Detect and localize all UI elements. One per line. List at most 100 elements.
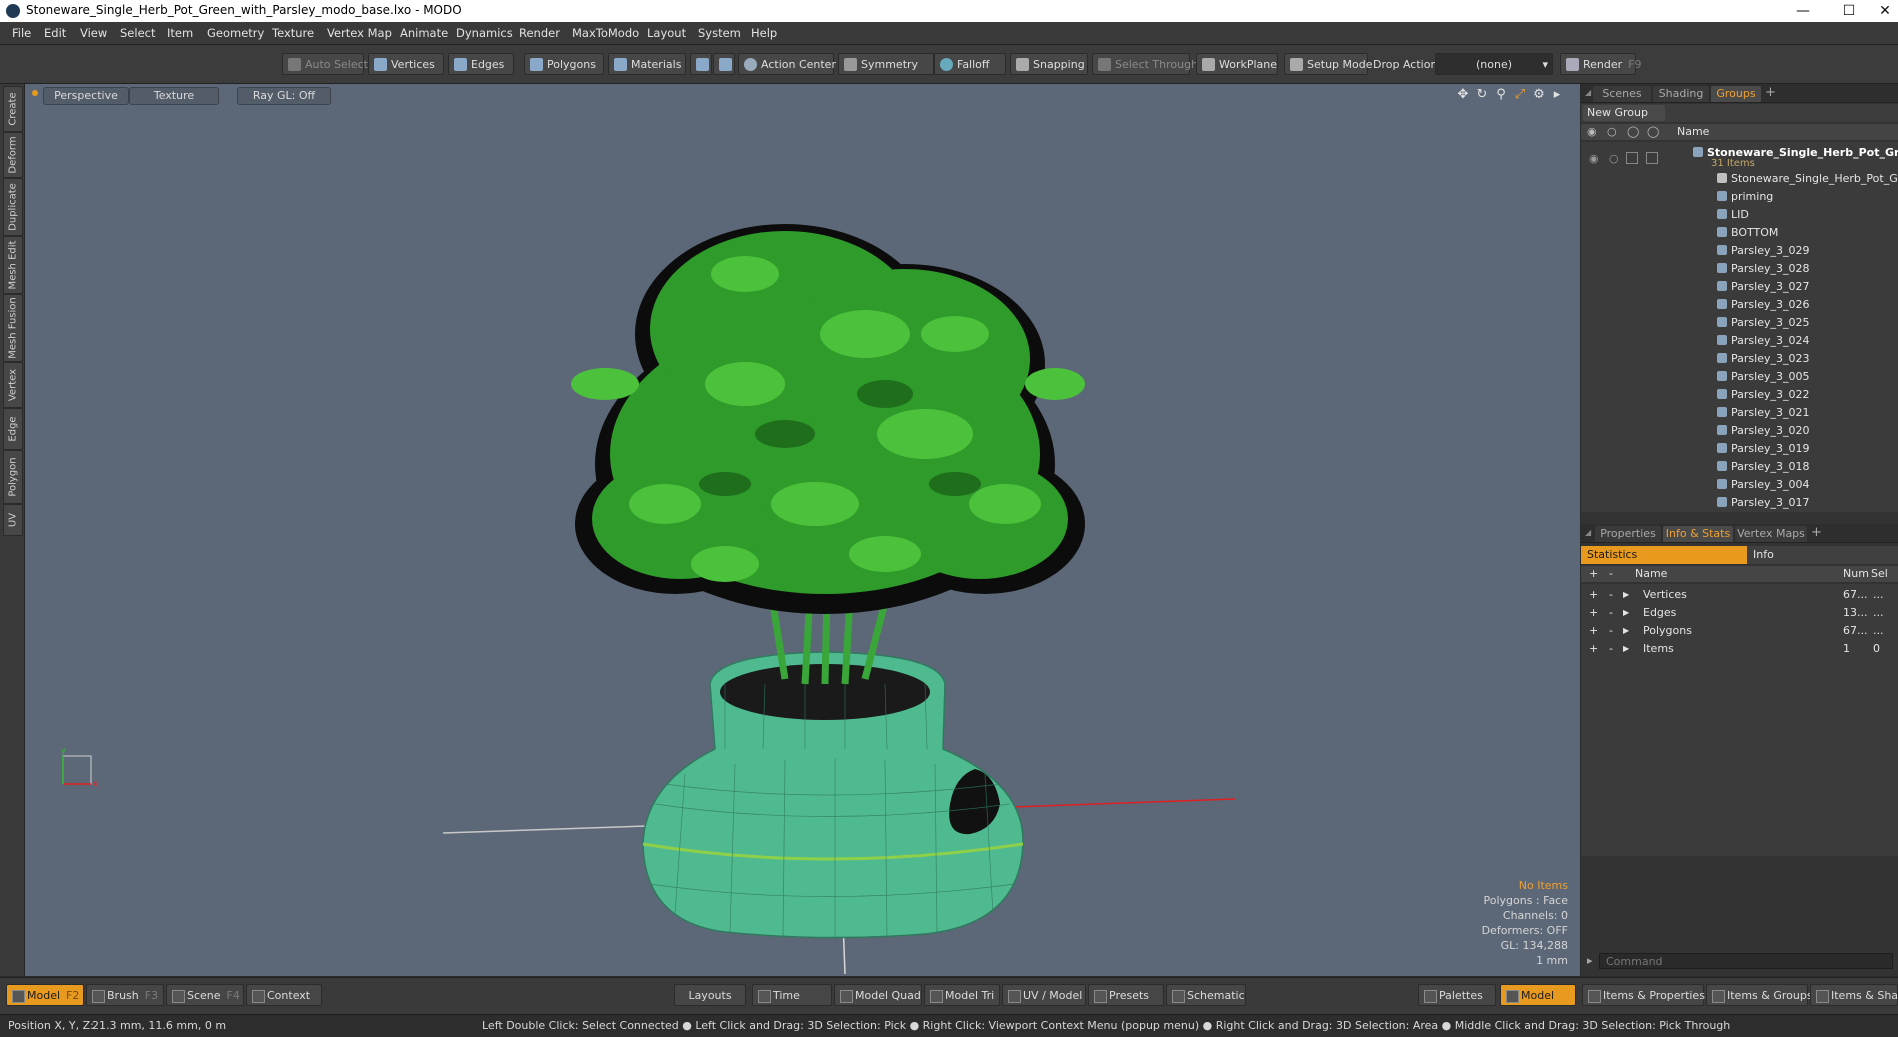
menu-select[interactable]: Select xyxy=(120,26,155,40)
select-mode-icon-2[interactable] xyxy=(713,53,735,75)
add-tab-icon[interactable]: + xyxy=(1811,525,1822,540)
model-tab[interactable]: Model F2 xyxy=(6,984,84,1006)
select-toggle-icon[interactable] xyxy=(1646,152,1658,164)
tree-item[interactable]: Parsley_3_004 xyxy=(1717,478,1809,491)
tab-duplicate[interactable]: Duplicate xyxy=(3,178,23,236)
lock-toggle-icon[interactable] xyxy=(1626,152,1638,164)
add-tab-icon[interactable]: + xyxy=(1765,85,1776,100)
command-history-icon[interactable]: ▸ xyxy=(1587,954,1593,967)
info-tab[interactable]: Info xyxy=(1747,546,1898,564)
tree-item[interactable]: Stoneware_Single_Herb_Pot_Gree ... xyxy=(1717,172,1898,185)
tab-deform[interactable]: Deform xyxy=(3,132,23,178)
drop-action-select[interactable]: (none) ▾ xyxy=(1435,53,1553,75)
minimize-icon[interactable]: — xyxy=(1780,0,1826,22)
workplane-button[interactable]: WorkPlane xyxy=(1196,53,1278,75)
tree-item[interactable]: Parsley_3_027 xyxy=(1717,280,1809,293)
visibility-toggle-icon[interactable]: ◉ xyxy=(1589,152,1599,165)
brush-tab[interactable]: Brush F3 xyxy=(86,984,164,1006)
menu-system[interactable]: System xyxy=(698,26,741,40)
command-input[interactable] xyxy=(1599,953,1893,969)
render-button[interactable]: Render F9 xyxy=(1560,53,1642,75)
model-quad-button[interactable]: Model Quad xyxy=(834,984,922,1006)
tab-mesh-fusion[interactable]: Mesh Fusion xyxy=(3,294,23,362)
model-layout-button[interactable]: Model xyxy=(1500,984,1576,1006)
tree-item[interactable]: Parsley_3_020 xyxy=(1717,424,1809,437)
palettes-button[interactable]: Palettes xyxy=(1418,984,1496,1006)
tree-item[interactable]: BOTTOM xyxy=(1717,226,1778,239)
table-row[interactable]: + - ▶ Items 1 0 xyxy=(1581,640,1898,658)
select-through-button[interactable]: Select Through xyxy=(1092,53,1198,75)
tab-mesh-edit[interactable]: Mesh Edit xyxy=(3,236,23,294)
menu-view[interactable]: View xyxy=(80,26,107,40)
expand-icon[interactable]: ▶ xyxy=(1623,622,1629,640)
items-properties-button[interactable]: Items & Properties xyxy=(1582,984,1705,1006)
menu-help[interactable]: Help xyxy=(751,26,777,40)
maximize-icon[interactable]: ☐ xyxy=(1826,0,1872,22)
menu-maxtomodo[interactable]: MaxToModo xyxy=(572,26,639,40)
expand-icon[interactable]: ▶ xyxy=(1623,640,1629,658)
snapping-button[interactable]: Snapping xyxy=(1010,53,1088,75)
table-row[interactable]: + - ▶ Vertices 67...... xyxy=(1581,586,1898,604)
tab-vertex-maps[interactable]: Vertex Maps xyxy=(1735,526,1807,542)
tree-item[interactable]: Parsley_3_024 xyxy=(1717,334,1809,347)
table-row[interactable]: + - ▶ Polygons 67...... xyxy=(1581,622,1898,640)
tree-item[interactable]: Parsley_3_018 xyxy=(1717,460,1809,473)
statistics-tab[interactable]: Statistics xyxy=(1581,546,1747,564)
tree-item[interactable]: Parsley_3_028 xyxy=(1717,262,1809,275)
polygons-button[interactable]: Polygons xyxy=(524,53,604,75)
falloff-button[interactable]: Falloff xyxy=(934,53,1006,75)
menu-vertex-map[interactable]: Vertex Map xyxy=(327,26,392,40)
tab-properties[interactable]: Properties xyxy=(1595,526,1661,542)
select-mode-icon-1[interactable] xyxy=(690,53,712,75)
menu-layout[interactable]: Layout xyxy=(647,26,686,40)
panel-menu-icon[interactable]: ◢ xyxy=(1585,88,1591,97)
time-button[interactable]: Time xyxy=(752,984,832,1006)
tab-groups[interactable]: Groups xyxy=(1711,86,1761,102)
materials-button[interactable]: Materials xyxy=(608,53,686,75)
layouts-button[interactable]: Layouts xyxy=(674,984,746,1006)
menu-animate[interactable]: Animate xyxy=(400,26,448,40)
menu-edit[interactable]: Edit xyxy=(44,26,66,40)
auto-select-button[interactable]: Auto Select xyxy=(282,53,368,75)
tab-uv[interactable]: UV xyxy=(3,504,23,536)
close-icon[interactable]: ✕ xyxy=(1872,0,1898,22)
expand-icon[interactable]: ▶ xyxy=(1623,604,1629,622)
tree-item[interactable]: Parsley_3_023 xyxy=(1717,352,1809,365)
tab-shading[interactable]: Shading xyxy=(1653,86,1709,102)
expand-icon[interactable]: ▶ xyxy=(1623,586,1629,604)
tab-edge[interactable]: Edge xyxy=(3,408,23,450)
expand-all-icon[interactable]: + xyxy=(1589,566,1598,582)
schematic-button[interactable]: Schematic xyxy=(1166,984,1246,1006)
menu-render[interactable]: Render xyxy=(519,26,560,40)
panel-menu-icon[interactable]: ◢ xyxy=(1585,528,1591,537)
tab-scenes[interactable]: Scenes xyxy=(1593,86,1651,102)
items-shading-button[interactable]: Items & Shadin xyxy=(1810,984,1898,1006)
tree-item[interactable]: Parsley_3_026 xyxy=(1717,298,1809,311)
tree-item[interactable]: Parsley_3_019 xyxy=(1717,442,1809,455)
tree-item[interactable]: Parsley_3_025 xyxy=(1717,316,1809,329)
collapse-all-icon[interactable]: - xyxy=(1609,566,1613,582)
tree-item[interactable]: priming xyxy=(1717,190,1773,203)
tree-item[interactable]: Parsley_3_005 xyxy=(1717,370,1809,383)
edges-button[interactable]: Edges xyxy=(448,53,514,75)
tab-info-stats[interactable]: Info & Stats xyxy=(1663,526,1733,542)
action-center-button[interactable]: Action Center xyxy=(738,53,836,75)
symmetry-button[interactable]: Symmetry xyxy=(838,53,934,75)
render-toggle-icon[interactable]: ○ xyxy=(1609,152,1619,165)
menu-geometry[interactable]: Geometry xyxy=(207,26,264,40)
tree-item[interactable]: LID xyxy=(1717,208,1749,221)
tree-item[interactable]: Parsley_3_017 xyxy=(1717,496,1809,509)
tree-item[interactable]: Parsley_3_029 xyxy=(1717,244,1809,257)
tab-vertex[interactable]: Vertex xyxy=(3,362,23,408)
tab-create[interactable]: Create xyxy=(3,86,23,132)
tab-polygon[interactable]: Polygon xyxy=(3,450,23,504)
menu-dynamics[interactable]: Dynamics xyxy=(456,26,513,40)
context-tab[interactable]: Context xyxy=(246,984,322,1006)
setup-mode-button[interactable]: Setup Mode xyxy=(1284,53,1372,75)
uv-model-button[interactable]: UV / Model xyxy=(1002,984,1086,1006)
menu-item[interactable]: Item xyxy=(167,26,193,40)
3d-viewport[interactable]: Perspective Texture Ray GL: Off ✥ ↻ ⚲ ⤢ … xyxy=(25,84,1580,976)
presets-button[interactable]: Presets xyxy=(1088,984,1164,1006)
vertices-button[interactable]: Vertices xyxy=(368,53,444,75)
menu-texture[interactable]: Texture xyxy=(272,26,314,40)
